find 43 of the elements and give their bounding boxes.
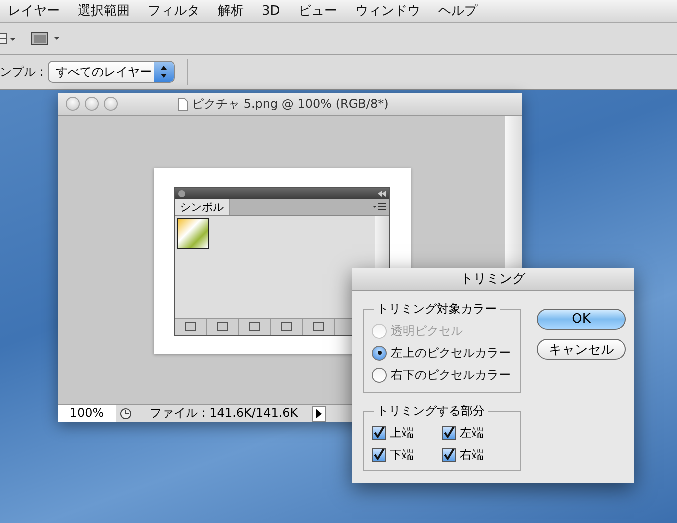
file-icon [178,98,188,110]
symbol-thumbnail[interactable] [177,218,209,249]
window-title: ピクチャ 5.png @ 100% (RGB/8*) [192,96,389,112]
menu-item[interactable]: ヘルプ [429,2,486,20]
checkbox-option[interactable]: 上端 [372,424,442,442]
menu-item[interactable]: レイヤー [0,2,69,20]
panel-layout-icon[interactable] [0,32,16,44]
menu-item[interactable]: 解析 [209,2,253,20]
radio-option[interactable]: 右下のピクセルカラー [372,364,512,386]
collapse-icon[interactable] [378,190,386,196]
radio-option[interactable]: 左上のピクセルカラー [372,342,512,364]
panel-tool-icon[interactable] [184,322,196,332]
layer-sample-select[interactable]: すべてのレイヤー [48,61,175,83]
menu-item[interactable]: 3D [253,4,290,18]
menu-item[interactable]: 選択範囲 [69,2,139,20]
menu-item[interactable]: ビュー [289,2,346,20]
file-size-status: ファイル : 141.6K/141.6K [149,405,300,422]
cancel-button[interactable]: キャンセル [537,339,626,360]
panel-tab[interactable]: シンボル [175,199,230,215]
radio-dot-icon[interactable] [372,346,387,360]
panel-tool-icon[interactable] [248,322,260,332]
sample-label: ンプル : [0,64,44,80]
zoom-field[interactable]: 100% [58,405,116,422]
group-title: トリミングする部分 [376,403,486,420]
menu-item[interactable]: フィルタ [139,2,209,20]
dialog-title: トリミング [352,268,634,291]
checkbox-option[interactable]: 下端 [372,446,442,464]
ok-button[interactable]: OK [537,309,626,330]
group-title: トリミング対象カラー [376,301,498,318]
close-icon[interactable] [178,190,186,198]
checkbox-icon[interactable] [372,426,386,440]
screen-mode-icon[interactable] [30,32,62,46]
checkbox-icon[interactable] [372,448,386,462]
panel-tool-icon[interactable] [216,322,228,332]
menu-item[interactable]: ウィンドウ [346,2,430,20]
panel-tool-icon[interactable] [312,322,324,332]
stepper-icon [154,62,174,82]
checkbox-option[interactable]: 左端 [442,424,512,442]
panel-tool-icon[interactable] [280,322,292,332]
checkbox-icon[interactable] [442,448,456,462]
checkbox-icon[interactable] [442,426,456,440]
radio-dot-icon[interactable] [372,368,387,382]
checkbox-option[interactable]: 右端 [442,446,512,464]
